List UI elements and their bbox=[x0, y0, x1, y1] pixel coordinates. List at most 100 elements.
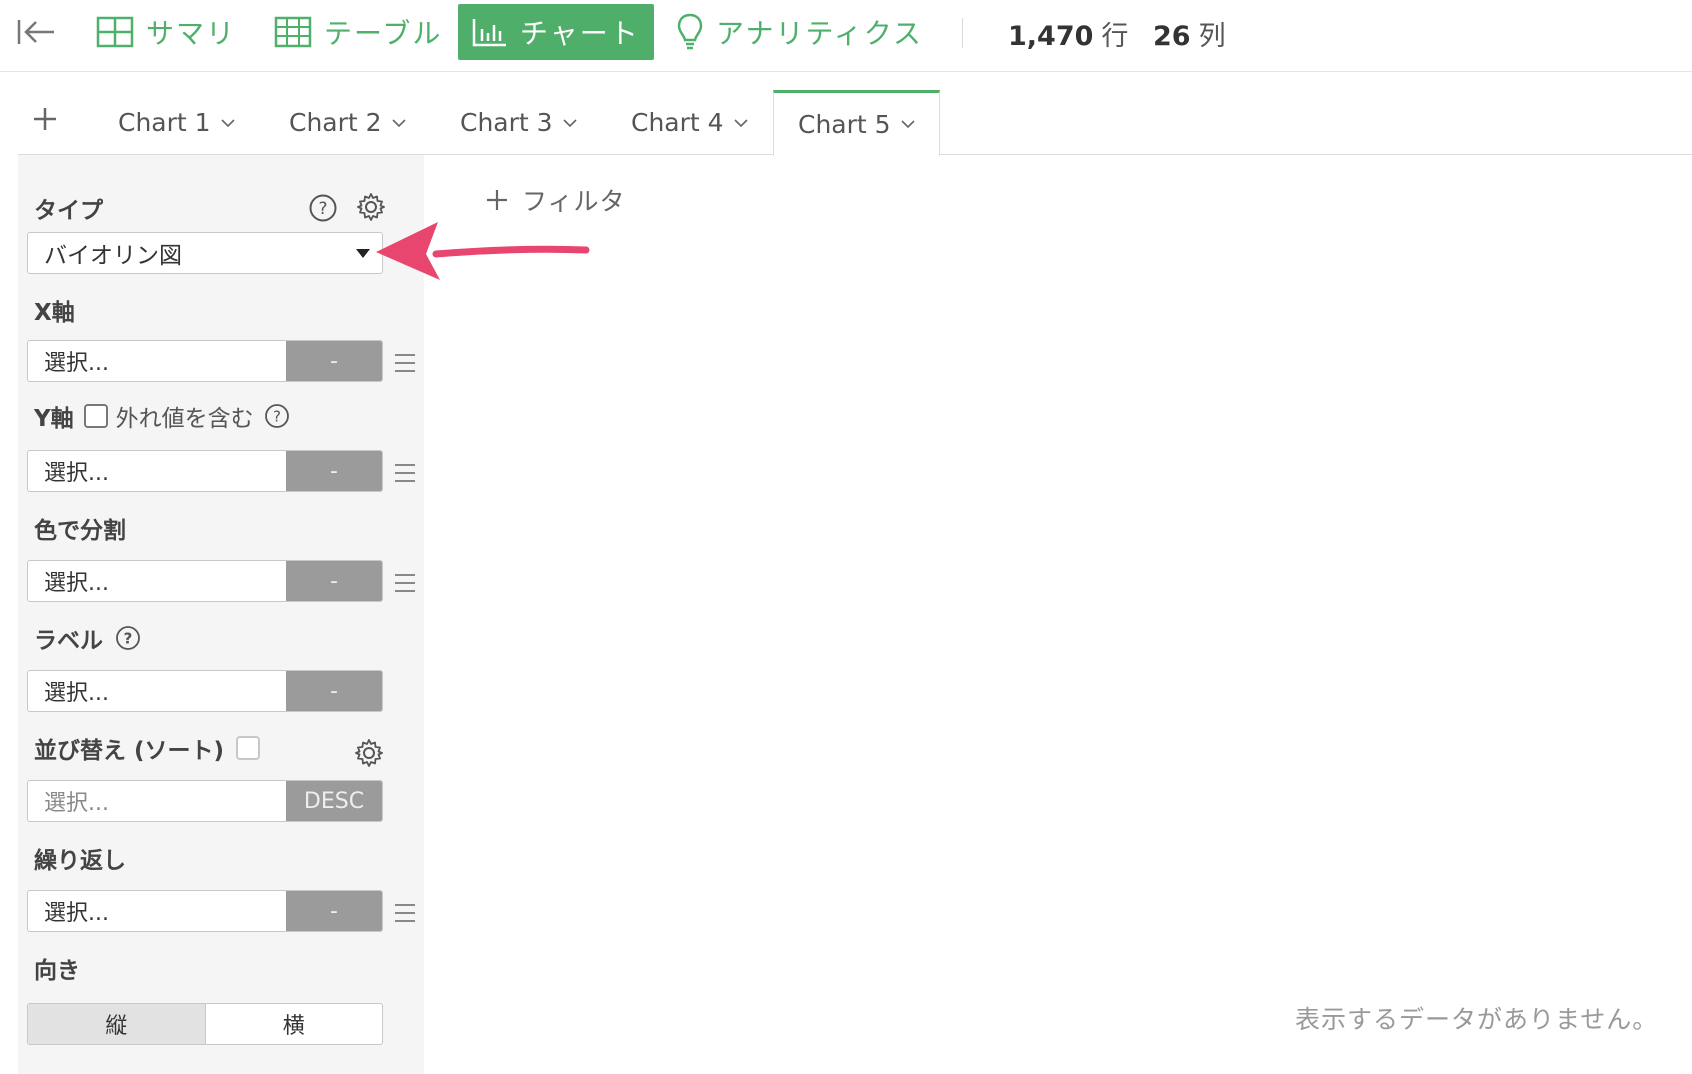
column-count-value: 26 bbox=[1153, 21, 1191, 52]
include-outliers-option[interactable]: 外れ値を含む ? bbox=[83, 399, 290, 433]
hamburger-menu-icon[interactable] bbox=[395, 464, 415, 482]
tab-label: Chart 2 bbox=[289, 108, 382, 137]
caret-down-icon bbox=[356, 249, 370, 258]
column-count: 26 列 bbox=[1153, 14, 1226, 53]
add-filter-button[interactable]: フィルタ bbox=[486, 182, 626, 218]
tab-label: Chart 4 bbox=[631, 108, 724, 137]
type-label: タイプ bbox=[34, 191, 103, 225]
chevron-down-icon bbox=[733, 118, 748, 127]
color-split-value: 選択... bbox=[44, 571, 109, 596]
y-axis-value: 選択... bbox=[44, 461, 109, 486]
label-value: 選択... bbox=[44, 681, 109, 706]
tab-chart-4[interactable]: Chart 4 bbox=[631, 90, 748, 155]
y-axis-aggregate-button[interactable]: - bbox=[286, 451, 382, 491]
repeat-select[interactable]: 選択... - bbox=[27, 890, 383, 932]
hamburger-menu-icon[interactable] bbox=[395, 354, 415, 372]
help-icon[interactable]: ? bbox=[115, 625, 141, 651]
help-icon[interactable]: ? bbox=[264, 403, 290, 429]
chevron-down-icon bbox=[562, 118, 577, 127]
x-axis-value: 選択... bbox=[44, 351, 109, 376]
table-tab-button[interactable]: テーブル bbox=[274, 4, 442, 60]
hamburger-menu-icon[interactable] bbox=[395, 574, 415, 592]
repeat-label: 繰り返し bbox=[34, 841, 126, 875]
chevron-down-icon bbox=[391, 118, 406, 127]
svg-text:?: ? bbox=[124, 630, 133, 648]
sort-label: 並び替え (ソート) bbox=[34, 731, 268, 765]
include-outliers-checkbox[interactable] bbox=[83, 404, 108, 428]
repeat-value: 選択... bbox=[44, 901, 109, 926]
tab-chart-5[interactable]: Chart 5 bbox=[773, 90, 940, 156]
chevron-down-icon bbox=[900, 120, 915, 129]
y-axis-label-text: Y軸 bbox=[34, 406, 74, 432]
tab-label: Chart 5 bbox=[798, 109, 891, 139]
plus-icon bbox=[487, 190, 507, 210]
chart-tab-bar: Chart 1 Chart 2 Chart 3 Chart 4 Chart 5 bbox=[18, 90, 1692, 156]
sort-label-text: 並び替え (ソート) bbox=[34, 738, 225, 764]
x-axis-select[interactable]: 選択... - bbox=[27, 340, 383, 382]
back-arrow-icon bbox=[17, 20, 54, 44]
label-aggregate-button[interactable]: - bbox=[286, 671, 382, 711]
chart-label: チャート bbox=[520, 17, 640, 50]
table-grid-icon bbox=[274, 16, 312, 48]
color-split-label-text: 色で分割 bbox=[34, 518, 126, 544]
help-icon[interactable]: ? bbox=[308, 193, 338, 223]
color-split-label: 色で分割 bbox=[34, 511, 126, 545]
analytics-tab-button[interactable]: アナリティクス bbox=[676, 4, 923, 60]
analytics-label: アナリティクス bbox=[716, 17, 923, 50]
orientation-label: 向き bbox=[34, 951, 80, 985]
summary-grid-icon bbox=[96, 16, 134, 48]
collapse-back-button[interactable] bbox=[16, 4, 68, 60]
sort-select[interactable]: 選択... DESC bbox=[27, 780, 383, 822]
chart-type-select[interactable]: バイオリン図 bbox=[27, 232, 383, 274]
gear-icon[interactable] bbox=[354, 738, 384, 768]
row-count: 1,470 行 bbox=[1008, 14, 1128, 53]
svg-text:?: ? bbox=[318, 199, 327, 219]
add-chart-button[interactable] bbox=[32, 104, 58, 138]
y-axis-select[interactable]: 選択... - bbox=[27, 450, 383, 492]
color-split-select[interactable]: 選択... - bbox=[27, 560, 383, 602]
orientation-vertical-button[interactable]: 縦 bbox=[28, 1004, 206, 1044]
repeat-aggregate-button[interactable]: - bbox=[286, 891, 382, 931]
bar-chart-icon bbox=[472, 19, 506, 47]
no-data-message: 表示するデータがありません。 bbox=[1295, 1005, 1659, 1034]
orientation-toggle: 縦 横 bbox=[27, 1003, 383, 1045]
type-label-text: タイプ bbox=[34, 198, 103, 224]
y-axis-label: Y軸 外れ値を含む ? bbox=[34, 399, 290, 433]
top-toolbar: サマリ テーブル チャート アナリティクス 1,470 行 26 列 bbox=[0, 0, 1692, 72]
label-field-label-text: ラベル bbox=[34, 628, 103, 654]
tab-label: Chart 3 bbox=[460, 108, 553, 137]
chart-config-panel: タイプ ? バイオリン図 X軸 選択... - Y軸 外れ値を含む ? 選択..… bbox=[18, 155, 424, 1074]
label-select[interactable]: 選択... - bbox=[27, 670, 383, 712]
tab-chart-3[interactable]: Chart 3 bbox=[460, 90, 577, 155]
tab-chart-2[interactable]: Chart 2 bbox=[289, 90, 406, 155]
summary-label: サマリ bbox=[146, 17, 237, 50]
sort-value: 選択... bbox=[44, 791, 109, 816]
summary-tab-button[interactable]: サマリ bbox=[96, 4, 236, 60]
pointer-arrow-annotation bbox=[376, 222, 590, 280]
x-axis-label-text: X軸 bbox=[34, 300, 75, 326]
toolbar-divider bbox=[962, 18, 963, 48]
tab-label: Chart 1 bbox=[118, 108, 211, 137]
x-axis-aggregate-button[interactable]: - bbox=[286, 341, 382, 381]
lightbulb-icon bbox=[677, 13, 703, 50]
include-outliers-label: 外れ値を含む bbox=[115, 406, 254, 432]
plus-icon bbox=[34, 108, 56, 130]
row-count-unit: 行 bbox=[1101, 21, 1129, 52]
orientation-horizontal-button[interactable]: 横 bbox=[206, 1004, 383, 1044]
chart-tab-button[interactable]: チャート bbox=[458, 4, 654, 60]
hamburger-menu-icon[interactable] bbox=[395, 904, 415, 922]
tab-chart-1[interactable]: Chart 1 bbox=[118, 90, 235, 155]
row-count-value: 1,470 bbox=[1008, 21, 1094, 52]
chart-type-value: バイオリン図 bbox=[44, 243, 182, 269]
repeat-label-text: 繰り返し bbox=[34, 848, 126, 874]
x-axis-label: X軸 bbox=[34, 293, 75, 327]
color-split-aggregate-button[interactable]: - bbox=[286, 561, 382, 601]
sort-order-button[interactable]: DESC bbox=[286, 781, 382, 821]
column-count-unit: 列 bbox=[1198, 21, 1226, 52]
svg-text:?: ? bbox=[273, 408, 281, 426]
chevron-down-icon bbox=[220, 118, 235, 127]
sort-checkbox[interactable] bbox=[236, 736, 261, 760]
filter-label: フィルタ bbox=[522, 187, 626, 216]
table-label: テーブル bbox=[324, 17, 443, 50]
label-field-label: ラベル ? bbox=[34, 621, 141, 655]
